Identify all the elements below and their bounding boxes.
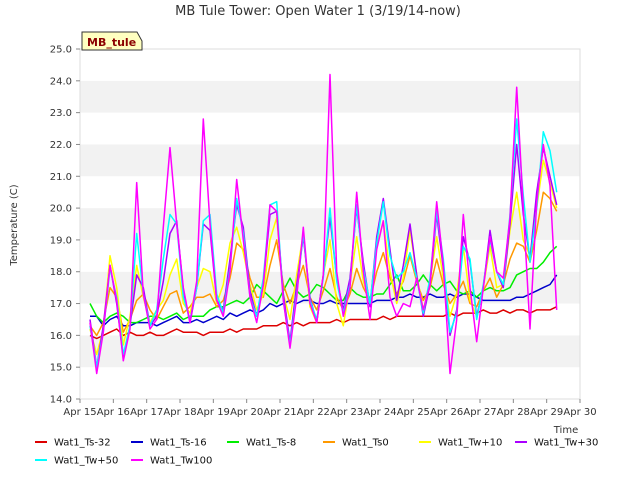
y-tick-label: 24.0 bbox=[50, 76, 72, 87]
y-tick-label: 19.0 bbox=[50, 235, 72, 246]
y-tick-label: 18.0 bbox=[50, 267, 72, 278]
x-tick-label: Apr 18 bbox=[163, 407, 196, 418]
x-tick-label: Apr 26 bbox=[430, 407, 463, 418]
x-tick-label: Apr 21 bbox=[263, 407, 296, 418]
x-tick-label: Apr 16 bbox=[97, 407, 130, 418]
legend-label: Wat1_Ts-32 bbox=[54, 438, 111, 449]
legend-label: Wat1_Ts-16 bbox=[150, 438, 207, 449]
y-tick-label: 21.0 bbox=[50, 172, 72, 183]
legend-label: Wat1_Tw+30 bbox=[534, 438, 598, 449]
x-tick-label: Apr 17 bbox=[130, 407, 163, 418]
y-tick-label: 15.0 bbox=[50, 363, 72, 374]
y-tick-label: 17.0 bbox=[50, 299, 72, 310]
x-tick-label: Apr 22 bbox=[297, 407, 330, 418]
y-tick-label: 23.0 bbox=[50, 108, 72, 119]
y-tick-label: 16.0 bbox=[50, 331, 72, 342]
legend-label: Wat1_Tw+50 bbox=[54, 456, 118, 467]
chart-title: MB Tule Tower: Open Water 1 (3/19/14-now… bbox=[175, 4, 461, 19]
grid-band bbox=[80, 144, 580, 177]
x-tick-label: Apr 24 bbox=[363, 407, 396, 418]
y-tick-label: 14.0 bbox=[50, 395, 72, 406]
annotation-tag: MB_tule bbox=[81, 31, 143, 51]
legend-label: Wat1_Ts0 bbox=[342, 438, 389, 449]
x-tick-label: Apr 15 bbox=[63, 407, 96, 418]
legend-label: Wat1_Tw+10 bbox=[438, 438, 502, 449]
y-tick-label: 25.0 bbox=[50, 45, 72, 56]
grid-band bbox=[80, 335, 580, 368]
x-tick-label: Apr 23 bbox=[330, 407, 363, 418]
x-tick-label: Apr 28 bbox=[497, 407, 530, 418]
x-tick-label: Apr 25 bbox=[397, 407, 430, 418]
x-tick-label: Apr 29 bbox=[530, 407, 563, 418]
y-tick-label: 22.0 bbox=[50, 140, 72, 151]
y-tick-label: 20.0 bbox=[50, 204, 72, 215]
grid-band bbox=[80, 112, 580, 145]
x-axis-label: Time bbox=[553, 425, 578, 436]
x-tick-label: Apr 19 bbox=[197, 407, 230, 418]
annotation-label: MB_tule bbox=[87, 36, 136, 49]
x-tick-label: Apr 20 bbox=[230, 407, 263, 418]
legend-label: Wat1_Ts-8 bbox=[246, 438, 296, 449]
chart: MB Tule Tower: Open Water 1 (3/19/14-now… bbox=[0, 0, 640, 480]
x-tick-label: Apr 30 bbox=[563, 407, 596, 418]
x-tick-label: Apr 27 bbox=[463, 407, 496, 418]
grid-band bbox=[80, 176, 580, 209]
y-axis-label: Temperature (C) bbox=[9, 184, 20, 266]
grid-band bbox=[80, 367, 580, 399]
legend-label: Wat1_Tw100 bbox=[150, 456, 212, 467]
